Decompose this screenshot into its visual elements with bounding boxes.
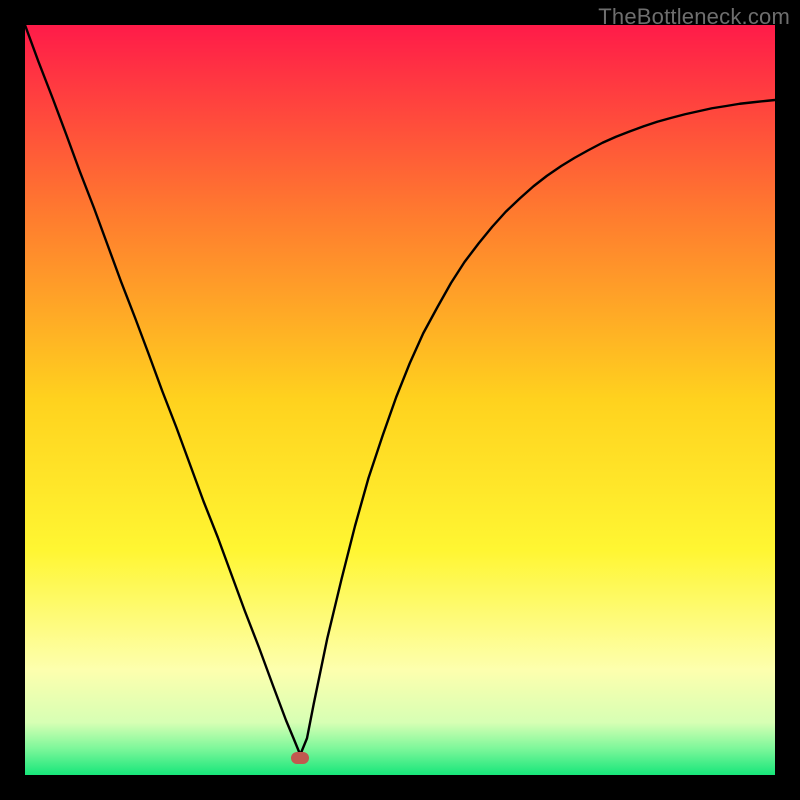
- bottleneck-chart: [25, 25, 775, 775]
- gradient-background: [25, 25, 775, 775]
- chart-frame: [25, 25, 775, 775]
- operating-point-marker: [291, 752, 309, 764]
- attribution-label: TheBottleneck.com: [598, 4, 790, 30]
